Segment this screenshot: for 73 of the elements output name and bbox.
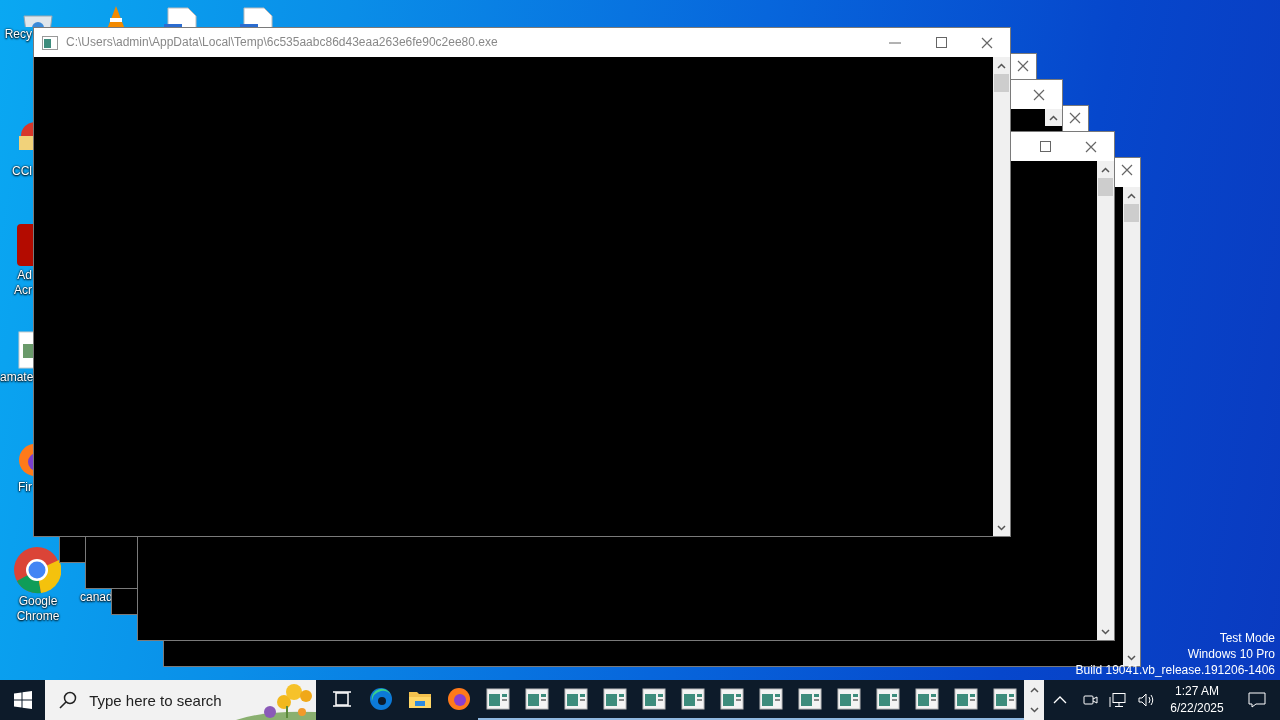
folder-icon[interactable] xyxy=(407,689,432,709)
network-icon[interactable] xyxy=(1109,692,1127,708)
firefox-icon[interactable] xyxy=(446,687,471,711)
icon-label: Chrome xyxy=(15,609,61,624)
close-icon xyxy=(1033,88,1045,101)
icon-label: Google xyxy=(17,594,59,609)
icon-label: canad xyxy=(80,590,114,605)
close-icon xyxy=(1121,164,1133,176)
scroll-thumb[interactable] xyxy=(1098,178,1113,196)
console-app-icon[interactable] xyxy=(875,688,900,710)
windows-logo-icon xyxy=(13,691,32,709)
console-app-icon[interactable] xyxy=(563,688,588,710)
clock-date: 6/22/2025 xyxy=(1170,700,1224,717)
icon-label: CCl xyxy=(11,164,32,179)
console-app-icon[interactable] xyxy=(719,688,744,710)
icon-label: Ad xyxy=(16,268,32,283)
camera-icon[interactable] xyxy=(1082,692,1098,708)
scroll-thumb[interactable] xyxy=(994,74,1009,92)
chrome-icon[interactable] xyxy=(13,546,61,594)
close-icon xyxy=(1069,112,1081,124)
scroll-down-icon[interactable] xyxy=(1029,707,1039,713)
app-icon xyxy=(42,36,58,50)
icon-label: Acr xyxy=(13,283,32,298)
console-app-icon[interactable] xyxy=(758,688,783,710)
scroll-up-button[interactable] xyxy=(1123,187,1140,204)
scroll-down-button[interactable] xyxy=(1097,623,1114,640)
icon-label: amate xyxy=(0,370,32,385)
scroll-down-button[interactable] xyxy=(1123,649,1140,666)
scroll-down-icon xyxy=(997,524,1006,531)
icon-label: Fir xyxy=(17,480,32,495)
document-icon[interactable] xyxy=(240,6,276,27)
edge-icon[interactable] xyxy=(368,687,393,711)
clock-time: 1:27 AM xyxy=(1175,683,1219,700)
clock[interactable]: 1:27 AM 6/22/2025 xyxy=(1160,683,1234,717)
scroll-up-button[interactable] xyxy=(1045,109,1062,126)
console-app-icon[interactable] xyxy=(953,688,978,710)
scroll-up-icon xyxy=(1101,166,1110,173)
console-app-icon[interactable] xyxy=(485,688,510,710)
icon-label: Recy xyxy=(3,27,32,42)
scroll-up-icon xyxy=(1127,192,1136,199)
console-app-icon[interactable] xyxy=(992,688,1017,710)
chevron-up-icon[interactable] xyxy=(1053,696,1067,704)
scroll-up-icon[interactable] xyxy=(1029,687,1039,693)
console-app-icon[interactable] xyxy=(641,688,666,710)
scroll-down-icon xyxy=(1101,628,1110,635)
watermark-text: Windows 10 Pro xyxy=(1187,646,1275,662)
close-icon xyxy=(1017,60,1029,72)
minimize-icon xyxy=(889,41,901,44)
notification-icon[interactable] xyxy=(1248,692,1266,708)
scroll-up-button[interactable] xyxy=(993,57,1010,74)
console-app-icon[interactable] xyxy=(914,688,939,710)
scroll-up-icon xyxy=(1049,114,1058,121)
console-app-icon[interactable] xyxy=(680,688,705,710)
search-icon xyxy=(59,691,78,709)
watermark-text: Build 19041.vb_release.191206-1406 xyxy=(1075,662,1275,678)
scroll-down-button[interactable] xyxy=(993,519,1010,536)
maximize-icon xyxy=(1039,141,1051,152)
scroll-up-icon xyxy=(997,62,1006,69)
watermark-text: Test Mode xyxy=(1219,630,1275,646)
maximize-icon xyxy=(935,37,947,48)
window-title: C:\Users\admin\AppData\Local\Temp\6c535aabc86d43eaa263e6fe90c2ee80.exe xyxy=(66,34,498,51)
scroll-thumb[interactable] xyxy=(1124,204,1139,222)
close-icon xyxy=(981,36,993,49)
console-app-icon[interactable] xyxy=(602,688,627,710)
document-icon[interactable] xyxy=(164,6,200,27)
console-app-icon[interactable] xyxy=(836,688,861,710)
close-icon xyxy=(1085,140,1097,153)
scroll-down-icon xyxy=(1127,654,1136,661)
console-app-icon[interactable] xyxy=(797,688,822,710)
console-app-icon[interactable] xyxy=(524,688,549,710)
task-view-icon[interactable] xyxy=(331,690,352,708)
volume-icon[interactable] xyxy=(1137,692,1155,708)
scroll-up-button[interactable] xyxy=(1097,161,1114,178)
